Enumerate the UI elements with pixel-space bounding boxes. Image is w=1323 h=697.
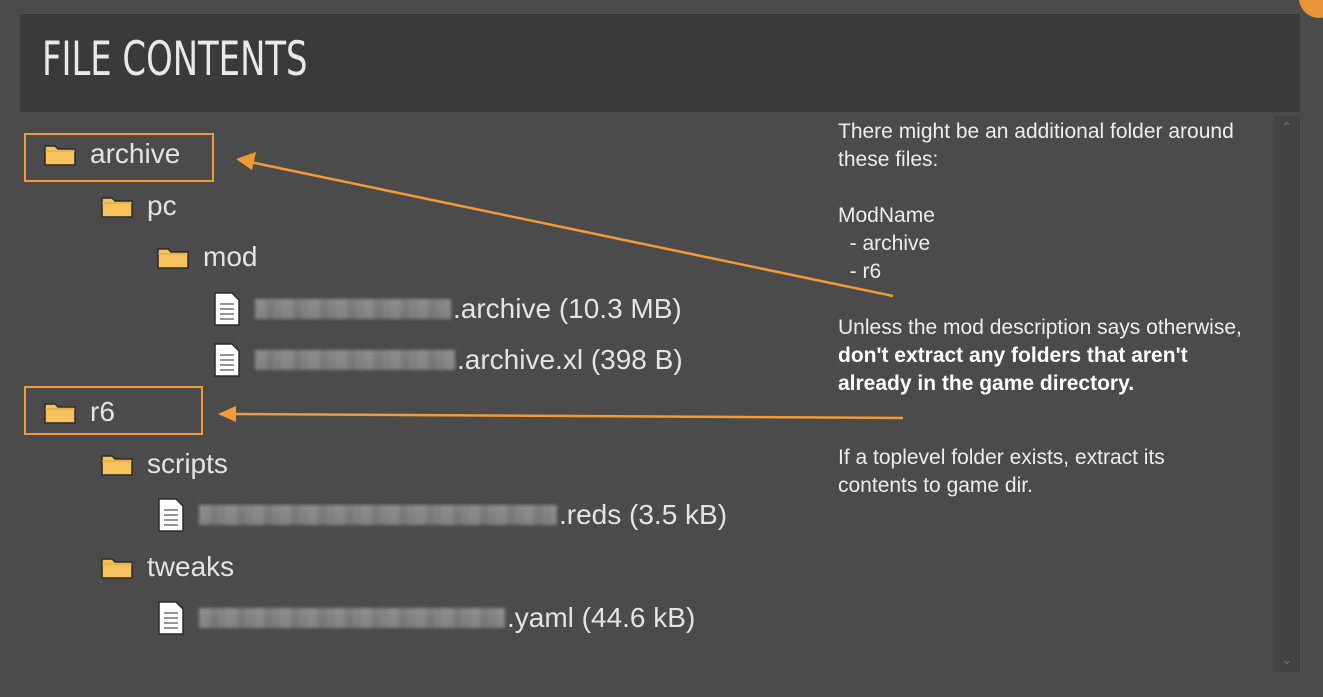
note-text: - archive bbox=[838, 232, 931, 255]
note-bold-text: don't extract any folders that aren't bbox=[838, 344, 1188, 367]
note-text: - r6 bbox=[838, 260, 882, 283]
arrowhead-archive bbox=[236, 152, 256, 170]
chevron-up-icon[interactable]: ⌃ bbox=[1278, 120, 1296, 134]
arrow-to-r6 bbox=[231, 412, 904, 420]
note-text: Unless the mod description says otherwis… bbox=[838, 316, 1242, 339]
arrowhead-r6 bbox=[218, 406, 236, 422]
note-bold-text: already in the game directory. bbox=[838, 372, 1135, 395]
note-text: If a toplevel folder exists, extract its bbox=[838, 446, 1165, 469]
note-text: contents to game dir. bbox=[838, 474, 1033, 497]
notes-panel: There might be an additional folder arou… bbox=[838, 118, 1308, 500]
note-text: these files: bbox=[838, 148, 939, 171]
arrow-to-archive bbox=[249, 160, 894, 298]
chevron-down-icon[interactable]: ⌄ bbox=[1278, 652, 1296, 666]
scrollbar[interactable]: ⌃ ⌄ bbox=[1274, 116, 1300, 672]
note-text: ModName bbox=[838, 204, 935, 227]
note-text: There might be an additional folder arou… bbox=[838, 120, 1234, 143]
